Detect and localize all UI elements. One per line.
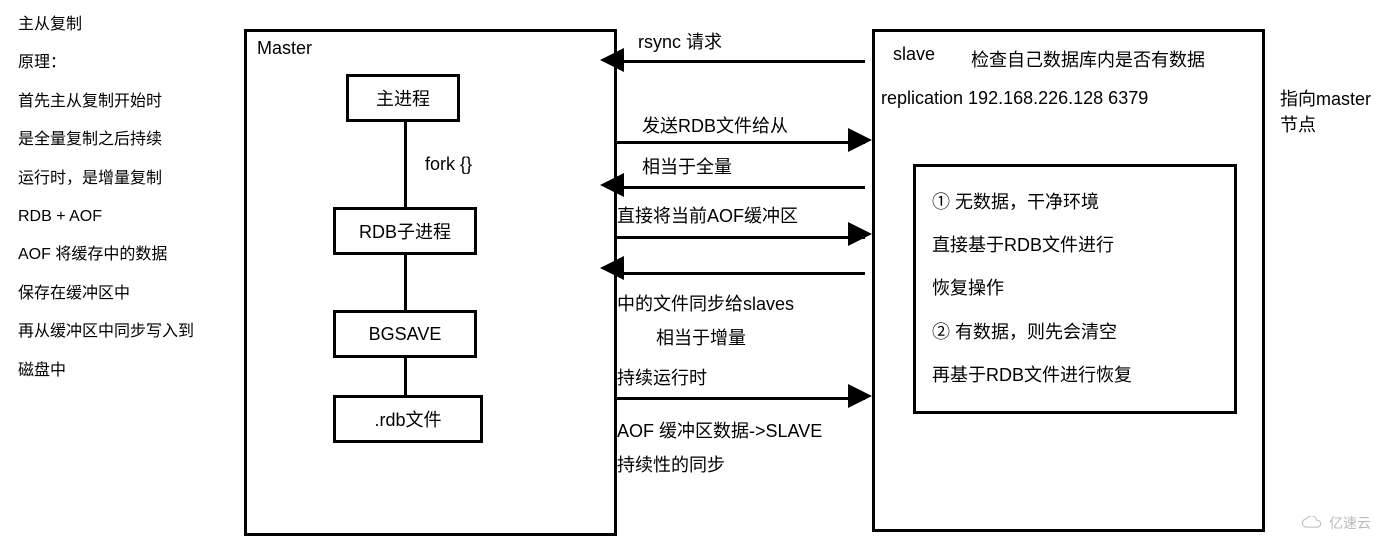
arrow-line: [617, 141, 865, 144]
p7: 保存在缓冲区中: [18, 275, 228, 313]
arrowhead-icon: [848, 128, 872, 152]
p3: 是全量复制之后持续: [18, 121, 228, 159]
p4: 运行时，是增量复制: [18, 160, 228, 198]
p2: 首先主从复制开始时: [18, 83, 228, 121]
p9: 磁盘中: [18, 352, 228, 390]
fork-label: fork {}: [425, 154, 472, 175]
inner-line: 再基于RDB文件进行恢复: [932, 354, 1218, 397]
cloud-icon: [1301, 516, 1323, 530]
arrowhead-icon: [848, 384, 872, 408]
watermark-text: 亿速云: [1329, 513, 1371, 533]
arrowhead-icon: [600, 256, 624, 280]
inner-line: ② 有数据，则先会清空: [932, 311, 1218, 354]
arrow-line: [617, 397, 865, 400]
rdb-file-box: .rdb文件: [333, 395, 483, 443]
bgsave-box: BGSAVE: [333, 310, 477, 358]
inner-line: 直接基于RDB文件进行: [932, 224, 1218, 267]
p6: AOF 将缓存中的数据: [18, 236, 228, 274]
mid-persistent: 持续性的同步: [617, 451, 725, 477]
slave-container: slave 检查自己数据库内是否有数据 replication 192.168.…: [872, 29, 1265, 532]
arrowhead-icon: [848, 222, 872, 246]
p1: 原理：: [18, 44, 228, 82]
mid-send-rdb: 发送RDB文件给从: [642, 112, 788, 138]
master-main-process: 主进程: [346, 74, 460, 122]
mid-aof-slave: AOF 缓冲区数据->SLAVE: [617, 417, 822, 443]
rdb-child-process: RDB子进程: [333, 207, 477, 255]
title: 主从复制: [18, 6, 228, 44]
slave-inner-box: ① 无数据，干净环境 直接基于RDB文件进行 恢复操作 ② 有数据，则先会清空 …: [913, 164, 1237, 414]
arrow-line: [617, 186, 865, 189]
arrow-line: [617, 236, 865, 239]
mid-aof-buffer: 直接将当前AOF缓冲区: [617, 202, 798, 228]
master-container: Master 主进程 fork {} RDB子进程 BGSAVE .rdb文件: [244, 29, 617, 536]
mid-sync-slaves: 中的文件同步给slaves: [617, 290, 794, 316]
p5: RDB + AOF: [18, 198, 228, 236]
p8: 再从缓冲区中同步写入到: [18, 313, 228, 351]
connector-line: [404, 122, 407, 207]
arrow-line: [617, 60, 865, 63]
slave-label: slave: [893, 44, 935, 65]
slave-check-data: 检查自己数据库内是否有数据: [971, 46, 1205, 72]
mid-incremental: 相当于增量: [656, 324, 746, 350]
inner-line: ① 无数据，干净环境: [932, 181, 1218, 224]
arrow-line: [617, 272, 865, 275]
master-label: Master: [257, 38, 312, 59]
arrowhead-icon: [600, 173, 624, 197]
watermark: 亿速云: [1301, 513, 1371, 533]
arrowhead-icon: [600, 48, 624, 72]
connector-line: [404, 358, 407, 395]
inner-line: 恢复操作: [932, 267, 1218, 310]
connector-line: [404, 255, 407, 310]
left-description: 主从复制 原理： 首先主从复制开始时 是全量复制之后持续 运行时，是增量复制 R…: [18, 6, 228, 390]
mid-continuous: 持续运行时: [617, 364, 707, 390]
right-annotation: 指向master节点: [1280, 85, 1387, 137]
mid-rsync: rsync 请求: [638, 28, 722, 54]
mid-full: 相当于全量: [642, 153, 732, 179]
slave-replication: replication 192.168.226.128 6379: [881, 88, 1148, 109]
